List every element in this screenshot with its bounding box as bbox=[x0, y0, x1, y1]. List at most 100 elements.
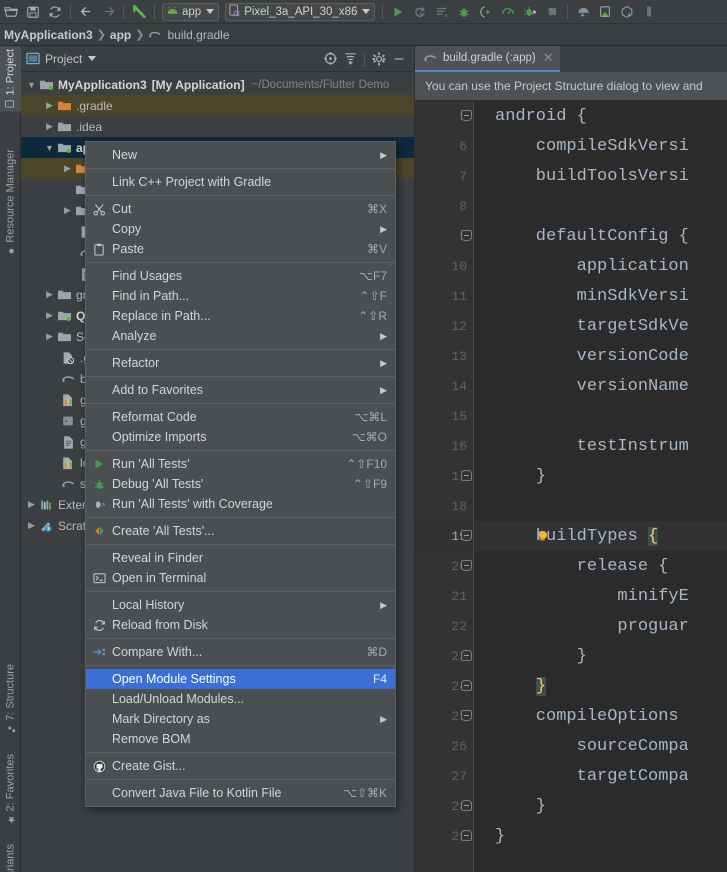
apply-code-changes-icon[interactable] bbox=[431, 1, 453, 23]
sdk-manager-icon[interactable] bbox=[594, 1, 616, 23]
menu-item-remove-bom[interactable]: Remove BOM bbox=[86, 729, 395, 749]
scissors-icon bbox=[86, 203, 112, 216]
fold-end-icon[interactable] bbox=[461, 680, 472, 691]
fold-collapse-icon[interactable] bbox=[461, 710, 472, 721]
chevron-right-icon-5[interactable]: ▶ bbox=[43, 288, 56, 301]
chevron-down-icon-2[interactable]: ▼ bbox=[43, 141, 56, 154]
menu-item-reveal-in-finder[interactable]: Reveal in Finder bbox=[86, 548, 395, 568]
menu-item-add-to-favorites[interactable]: Add to Favorites ▶ bbox=[86, 380, 395, 400]
project-chevron-down-icon[interactable] bbox=[88, 56, 97, 61]
run-icon[interactable] bbox=[387, 1, 409, 23]
menu-item-create-gist[interactable]: Create Gist... bbox=[86, 756, 395, 776]
menu-item-cut[interactable]: Cut ⌘X bbox=[86, 199, 395, 219]
chevron-right-icon[interactable]: ▶ bbox=[43, 99, 56, 112]
tool-tab-project[interactable]: 1: Project bbox=[0, 46, 21, 112]
menu-item-find-in-path[interactable]: Find in Path... ⌃⇧F bbox=[86, 286, 395, 306]
menu-item-create-all-tests[interactable]: Create 'All Tests'... bbox=[86, 521, 395, 541]
close-icon[interactable]: ✕ bbox=[543, 50, 554, 66]
menu-item-reload-from-disk[interactable]: Reload from Disk bbox=[86, 615, 395, 635]
open-project-icon[interactable] bbox=[0, 1, 22, 23]
chevron-right-icon-7[interactable]: ▶ bbox=[43, 330, 56, 343]
chevron-right-icon-2[interactable]: ▶ bbox=[43, 120, 56, 133]
chevron-down-icon[interactable]: ▼ bbox=[25, 78, 38, 91]
menu-item-run-all-tests[interactable]: Run 'All Tests' ⌃⇧F10 bbox=[86, 454, 395, 474]
menu-item-paste[interactable]: Paste ⌘V bbox=[86, 239, 395, 259]
menu-item-label: Reload from Disk bbox=[112, 618, 208, 632]
menu-item-load-unload-modules[interactable]: Load/Unload Modules... bbox=[86, 689, 395, 709]
menu-item-local-history[interactable]: Local History ▶ bbox=[86, 595, 395, 615]
code-viewport[interactable]: 5678910111213141516171819202122232425262… bbox=[415, 101, 727, 872]
chevron-right-icon-3[interactable]: ▶ bbox=[61, 162, 74, 175]
chevron-right-icon-9[interactable]: ▶ bbox=[25, 519, 38, 532]
menu-item-analyze[interactable]: Analyze ▶ bbox=[86, 326, 395, 346]
menu-item-convert-java-file-to-kotlin-file[interactable]: Convert Java File to Kotlin File ⌥⇧⌘K bbox=[86, 783, 395, 803]
tree-row-dot-gradle[interactable]: ▶ .gradle bbox=[21, 95, 415, 116]
tool-tab-structure[interactable]: 7: Structure bbox=[0, 661, 21, 737]
navigate-forward-icon[interactable] bbox=[97, 1, 119, 23]
profiler-icon[interactable] bbox=[497, 1, 519, 23]
tree-row-dot-idea[interactable]: ▶ .idea bbox=[21, 116, 415, 137]
menu-item-find-usages[interactable]: Find Usages ⌥F7 bbox=[86, 266, 395, 286]
settings-gear-icon[interactable] bbox=[369, 49, 389, 69]
menu-item-copy[interactable]: Copy ▶ bbox=[86, 219, 395, 239]
attach-debugger-icon[interactable] bbox=[475, 1, 497, 23]
breadcrumb-item-file[interactable]: build.gradle bbox=[167, 28, 229, 42]
menu-item-shortcut: ⌃⇧R bbox=[358, 309, 387, 323]
search-everywhere-icon[interactable] bbox=[638, 1, 660, 23]
hide-panel-icon[interactable] bbox=[389, 49, 409, 69]
breadcrumb-separator-2: ❯ bbox=[135, 29, 145, 41]
menu-item-label: Link C++ Project with Gradle bbox=[112, 175, 272, 189]
menu-item-run-all-tests-with-coverage[interactable]: Run 'All Tests' with Coverage bbox=[86, 494, 395, 514]
menu-item-link-c-project-with-gradle[interactable]: Link C++ Project with Gradle bbox=[86, 172, 395, 192]
code-content[interactable]: android { compileSdkVersi buildToolsVers… bbox=[473, 101, 727, 872]
menu-item-mark-directory-as[interactable]: Mark Directory as ▶ bbox=[86, 709, 395, 729]
chevron-right-icon-4[interactable]: ▶ bbox=[61, 204, 74, 217]
run-with-coverage-icon[interactable] bbox=[519, 1, 541, 23]
tool-tab-resource-manager[interactable]: Resource Manager bbox=[0, 146, 21, 259]
fold-collapse-icon[interactable] bbox=[461, 110, 472, 121]
breadcrumb-item-project[interactable]: MyApplication3 bbox=[4, 28, 93, 42]
save-all-icon[interactable] bbox=[22, 1, 44, 23]
device-selector-combo[interactable]: Pixel_3a_API_30_x86 bbox=[225, 2, 376, 21]
submenu-arrow-icon: ▶ bbox=[380, 713, 387, 724]
text-icon bbox=[60, 434, 76, 450]
menu-item-new[interactable]: New ▶ bbox=[86, 145, 395, 165]
line-number-gutter: 5678910111213141516171819202122232425262… bbox=[415, 101, 473, 872]
stop-icon[interactable] bbox=[541, 1, 563, 23]
fold-collapse-icon[interactable] bbox=[461, 560, 472, 571]
intention-bulb-icon[interactable] bbox=[537, 529, 549, 541]
fold-end-icon[interactable] bbox=[461, 830, 472, 841]
fold-end-icon[interactable] bbox=[461, 800, 472, 811]
apply-changes-icon[interactable]: A bbox=[409, 1, 431, 23]
menu-item-optimize-imports[interactable]: Optimize Imports ⌥⌘O bbox=[86, 427, 395, 447]
fold-collapse-icon[interactable] bbox=[461, 530, 472, 541]
toolbar-divider-5 bbox=[567, 3, 569, 20]
module-selector-combo[interactable]: app bbox=[162, 2, 220, 21]
gradle-sync-icon[interactable] bbox=[128, 1, 150, 23]
editor-tab-build-gradle[interactable]: build.gradle (:app) ✕ bbox=[415, 46, 560, 72]
project-structure-icon[interactable] bbox=[616, 1, 638, 23]
menu-item-refactor[interactable]: Refactor ▶ bbox=[86, 353, 395, 373]
menu-item-replace-in-path[interactable]: Replace in Path... ⌃⇧R bbox=[86, 306, 395, 326]
breadcrumb-item-module[interactable]: app bbox=[110, 28, 131, 42]
collapse-all-icon[interactable] bbox=[340, 49, 360, 69]
debug-icon[interactable] bbox=[453, 1, 475, 23]
menu-item-compare-with[interactable]: Compare With... ⌘D bbox=[86, 642, 395, 662]
menu-item-open-module-settings[interactable]: Open Module Settings F4 bbox=[86, 669, 395, 689]
menu-item-reformat-code[interactable]: Reformat Code ⌥⌘L bbox=[86, 407, 395, 427]
menu-item-debug-all-tests[interactable]: Debug 'All Tests' ⌃⇧F9 bbox=[86, 474, 395, 494]
chevron-right-icon-6[interactable]: ▶ bbox=[43, 309, 56, 322]
menu-separator bbox=[86, 403, 395, 404]
fold-end-icon[interactable] bbox=[461, 650, 472, 661]
fold-end-icon[interactable] bbox=[461, 470, 472, 481]
tool-tab-build-variants[interactable]: Build Variants bbox=[0, 841, 21, 872]
tool-tab-favorites[interactable]: 2: Favorites bbox=[0, 751, 21, 827]
chevron-right-icon-8[interactable]: ▶ bbox=[25, 498, 38, 511]
scroll-from-source-icon[interactable] bbox=[320, 49, 340, 69]
sync-project-icon[interactable] bbox=[44, 1, 66, 23]
navigate-back-icon[interactable] bbox=[75, 1, 97, 23]
fold-collapse-icon[interactable] bbox=[461, 230, 472, 241]
tree-row-myapplication3[interactable]: ▼ MyApplication3 [My Application] ~/Docu… bbox=[21, 74, 415, 95]
avd-manager-icon[interactable] bbox=[572, 1, 594, 23]
menu-item-open-in-terminal[interactable]: Open in Terminal bbox=[86, 568, 395, 588]
